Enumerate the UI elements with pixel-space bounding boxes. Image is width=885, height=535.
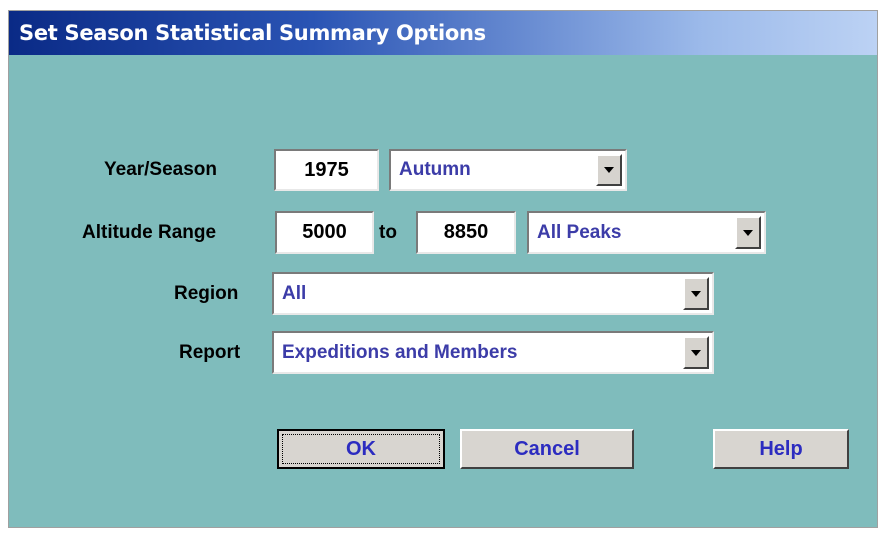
focus-rectangle (282, 434, 440, 464)
options-dialog: Set Season Statistical Summary Options Y… (8, 10, 878, 528)
region-label: Region (174, 283, 239, 304)
chevron-down-icon[interactable] (683, 336, 709, 369)
window-title: Set Season Statistical Summary Options (19, 21, 486, 45)
altitude-from-input[interactable]: 5000 (275, 211, 374, 254)
altitude-to-label: to (379, 222, 397, 243)
help-button[interactable]: Help (713, 429, 849, 469)
region-value: All (282, 282, 307, 304)
report-value: Expeditions and Members (282, 341, 518, 363)
cancel-label: Cancel (514, 437, 580, 460)
ok-button[interactable]: OK (277, 429, 445, 469)
altitude-to-input[interactable]: 8850 (416, 211, 516, 254)
title-bar: Set Season Statistical Summary Options (9, 11, 877, 55)
report-select[interactable]: Expeditions and Members (272, 331, 714, 374)
altitude-range-label: Altitude Range (82, 222, 217, 243)
cancel-button[interactable]: Cancel (460, 429, 634, 469)
chevron-down-icon[interactable] (735, 216, 761, 249)
year-season-label: Year/Season (104, 159, 218, 180)
help-label: Help (759, 437, 803, 460)
peaks-select[interactable]: All Peaks (527, 211, 766, 254)
year-input[interactable]: 1975 (274, 149, 379, 191)
report-label: Report (179, 342, 241, 363)
peaks-value: All Peaks (537, 221, 622, 243)
season-value: Autumn (399, 159, 471, 180)
season-select[interactable]: Autumn (389, 149, 627, 191)
chevron-down-icon[interactable] (596, 154, 622, 186)
region-select[interactable]: All (272, 272, 714, 315)
chevron-down-icon[interactable] (683, 277, 709, 310)
